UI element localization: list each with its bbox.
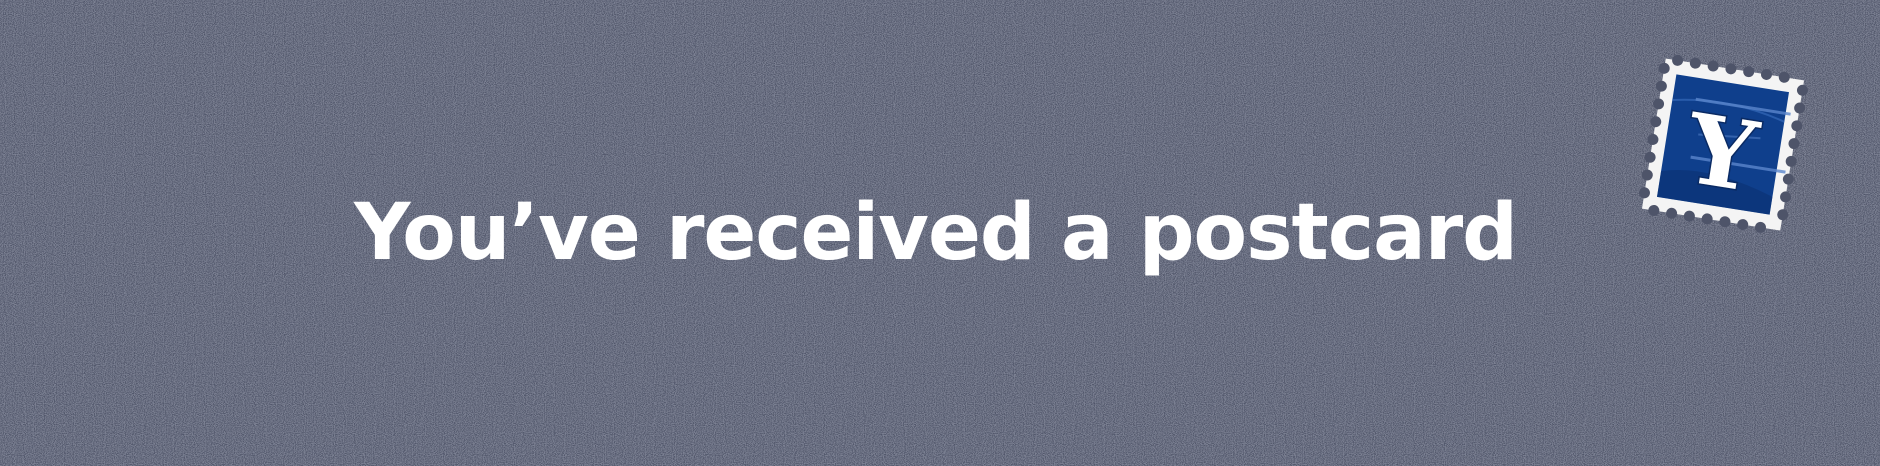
postcard-banner: You’ve received a postcard Y bbox=[0, 0, 1880, 466]
postage-stamp-icon: Y bbox=[1638, 54, 1808, 233]
headline: You’ve received a postcard bbox=[353, 188, 1518, 278]
